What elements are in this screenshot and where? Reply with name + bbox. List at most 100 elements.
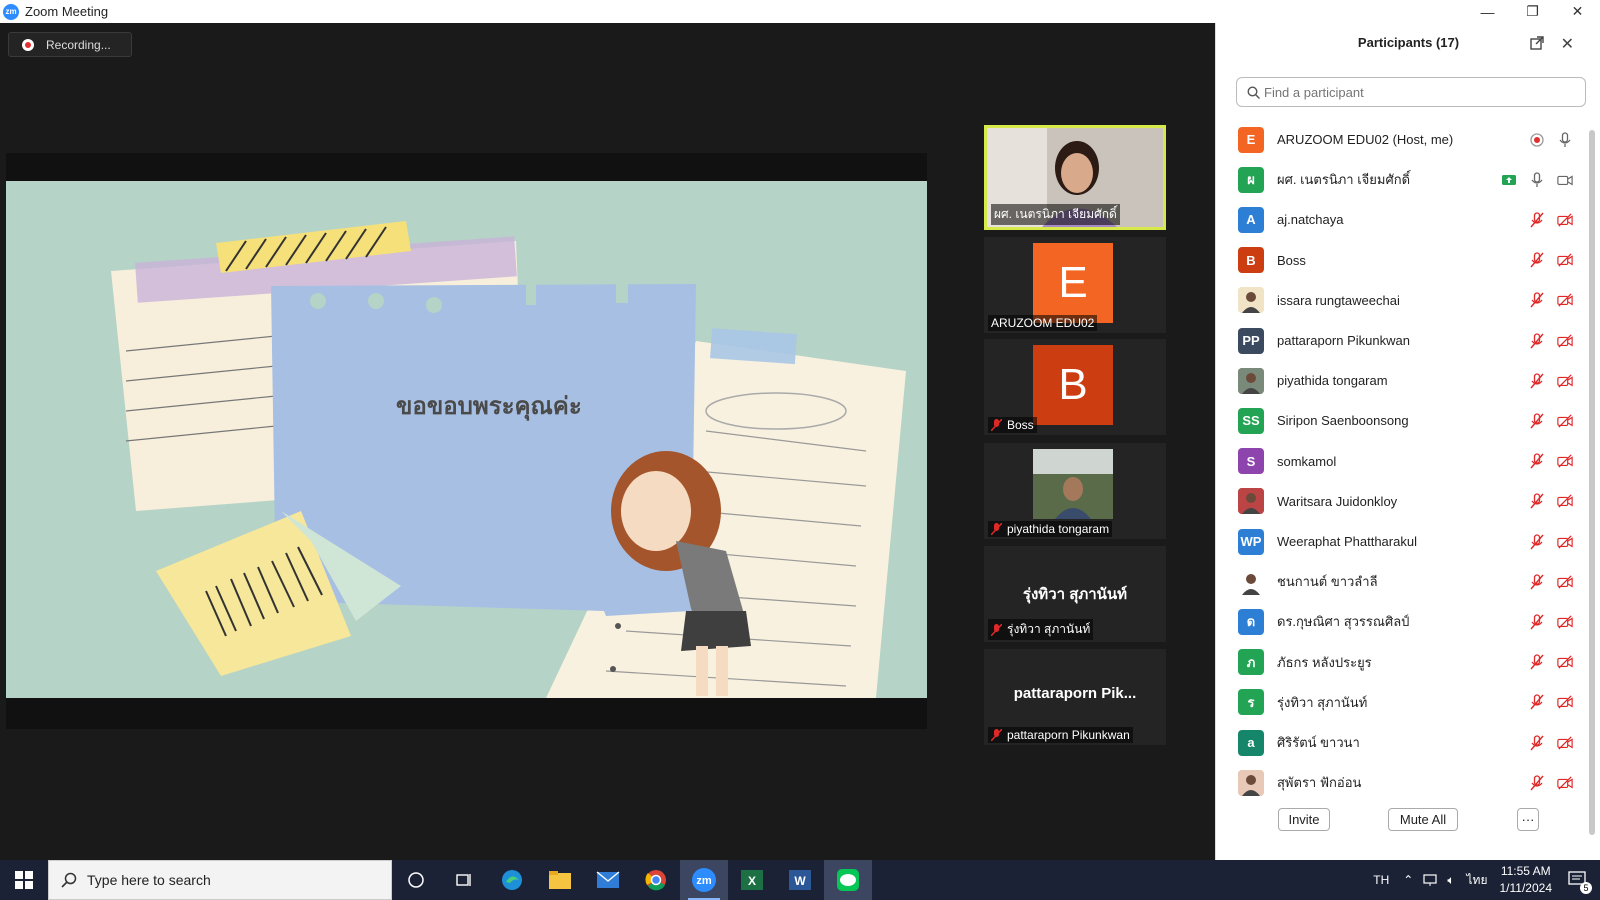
participant-row[interactable]: issara rungtaweechai — [1216, 280, 1600, 321]
pop-out-icon[interactable] — [1530, 36, 1544, 50]
participant-list-scrollbar[interactable] — [1589, 130, 1595, 835]
video-tile-rungtiwa[interactable]: รุ่งทิวา สุภานันท์ รุ่งทิวา สุภานันท์ — [984, 546, 1166, 642]
participant-row[interactable]: PP pattaraporn Pikunkwan — [1216, 320, 1600, 361]
taskbar-word[interactable]: W — [776, 860, 824, 900]
participant-status-icons — [1529, 212, 1573, 228]
participant-status-icons — [1529, 131, 1573, 148]
camera-off-icon[interactable] — [1557, 212, 1573, 228]
video-tile-piyathida[interactable]: piyathida tongaram — [984, 443, 1166, 539]
close-window-button[interactable]: ✕ — [1555, 0, 1600, 23]
taskbar-clock[interactable]: 11:55 AM 1/11/2024 — [1500, 863, 1553, 897]
camera-off-icon[interactable] — [1557, 775, 1573, 791]
camera-off-icon[interactable] — [1557, 534, 1573, 550]
video-tile-pattaraporn[interactable]: pattaraporn Pik... pattaraporn Pikunkwan — [984, 649, 1166, 745]
recording-indicator[interactable]: Recording... — [8, 32, 132, 57]
mic-muted-icon — [991, 419, 1002, 431]
camera-off-icon[interactable] — [1557, 574, 1573, 590]
participant-row[interactable]: E ARUZOOM EDU02 (Host, me) — [1216, 119, 1600, 160]
mic-muted-icon[interactable] — [1529, 453, 1545, 469]
mic-on-icon[interactable] — [1557, 131, 1573, 148]
close-panel-icon[interactable]: ✕ — [1561, 34, 1574, 54]
participant-row[interactable]: Waritsara Juidonkloy — [1216, 481, 1600, 522]
participant-row[interactable]: Aaj.natchaya — [1216, 199, 1600, 240]
participant-row[interactable]: B Boss — [1216, 240, 1600, 281]
participant-row[interactable]: ด ดร.กุษณิศา สุวรรณศิลป์ — [1216, 601, 1600, 642]
task-view-button[interactable] — [440, 860, 488, 900]
taskbar-zoom[interactable]: zm — [680, 860, 728, 900]
show-hidden-icons-icon[interactable]: ⌃ — [1403, 873, 1413, 887]
taskbar-excel[interactable]: X — [728, 860, 776, 900]
participant-row[interactable]: WP Weeraphat Phattharakul — [1216, 521, 1600, 562]
minimize-button[interactable]: — — [1465, 0, 1510, 23]
taskbar-file-explorer[interactable] — [536, 860, 584, 900]
notification-center-button[interactable]: 5 — [1568, 870, 1592, 894]
participant-row[interactable]: piyathida tongaram — [1216, 360, 1600, 401]
mic-on-icon[interactable] — [1529, 172, 1545, 188]
svg-text:X: X — [748, 874, 756, 888]
mic-muted-icon[interactable] — [1529, 332, 1545, 349]
camera-off-icon[interactable] — [1557, 373, 1573, 389]
svg-text:W: W — [794, 874, 806, 888]
video-tile-boss[interactable]: B Boss — [984, 339, 1166, 435]
camera-off-icon[interactable] — [1557, 333, 1573, 349]
participant-row[interactable]: a ศิริรัตน์ ขาวนา — [1216, 722, 1600, 763]
mute-all-button[interactable]: Mute All — [1388, 808, 1458, 831]
participant-name: aj.natchaya — [1277, 212, 1344, 228]
mic-muted-icon[interactable] — [1529, 654, 1545, 670]
video-tile-aruzoom[interactable]: E ARUZOOM EDU02 — [984, 237, 1166, 333]
participant-row[interactable]: Ssomkamol — [1216, 441, 1600, 482]
mic-muted-icon[interactable] — [1529, 614, 1545, 630]
mic-muted-icon[interactable] — [1529, 694, 1545, 710]
camera-off-icon[interactable] — [1557, 735, 1573, 751]
search-input[interactable] — [1264, 84, 1564, 100]
camera-off-icon[interactable] — [1557, 453, 1573, 469]
cortana-button[interactable] — [392, 860, 440, 900]
participant-row[interactable]: ผ ผศ. เนตรนิภา เจียมศักดิ์ — [1216, 159, 1600, 200]
camera-off-icon[interactable] — [1557, 493, 1573, 509]
record-icon — [22, 38, 34, 51]
taskbar-search[interactable]: Type here to search — [48, 860, 392, 900]
title-bar: zm Zoom Meeting — ❐ ✕ — [0, 0, 1600, 23]
invite-button[interactable]: Invite — [1278, 808, 1330, 831]
participant-status-icons — [1501, 172, 1573, 188]
mic-muted-icon[interactable] — [1529, 734, 1545, 751]
mic-muted-icon[interactable] — [1529, 413, 1545, 429]
ime-indicator[interactable]: ไทย — [1467, 871, 1488, 890]
participant-row[interactable]: ภ ภัธกร หลังประยูร — [1216, 642, 1600, 683]
mic-muted-icon[interactable] — [1529, 292, 1545, 308]
participant-row[interactable]: สุพัตรา ฟักอ่อน — [1216, 762, 1600, 803]
maximize-button[interactable]: ❐ — [1510, 0, 1555, 23]
mic-muted-icon[interactable] — [1529, 212, 1545, 228]
video-tile-speaker[interactable]: ผศ. เนตรนิภา เจียมศักดิ์ — [984, 125, 1166, 230]
camera-off-icon[interactable] — [1557, 292, 1573, 308]
mic-muted-icon[interactable] — [1529, 533, 1545, 550]
camera-off-icon[interactable] — [1557, 413, 1573, 429]
participant-search-box[interactable] — [1236, 77, 1586, 107]
participant-row[interactable]: ชนกานต์ ขาวลำลี — [1216, 561, 1600, 602]
participant-status-icons — [1529, 734, 1573, 751]
video-name-tag: ARUZOOM EDU02 — [988, 315, 1098, 331]
volume-icon[interactable]: 🔈︎ — [1447, 873, 1454, 888]
taskbar-chrome[interactable] — [632, 860, 680, 900]
taskbar-edge[interactable] — [488, 860, 536, 900]
participant-row[interactable]: SS Siripon Saenboonsong — [1216, 400, 1600, 441]
camera-off-icon[interactable] — [1557, 654, 1573, 670]
input-language[interactable]: TH — [1373, 873, 1389, 887]
participant-row[interactable]: ร รุ่งทิวา สุภานันท์ — [1216, 682, 1600, 723]
camera-off-icon[interactable] — [1557, 252, 1573, 268]
avatar-letter-box: B — [1033, 345, 1113, 425]
camera-on-icon[interactable] — [1557, 172, 1573, 188]
mic-muted-icon[interactable] — [1529, 493, 1545, 509]
network-icon[interactable] — [1423, 873, 1439, 887]
taskbar-mail[interactable] — [584, 860, 632, 900]
more-options-button[interactable]: ··· — [1517, 808, 1539, 831]
mic-muted-icon[interactable] — [1529, 574, 1545, 590]
mic-muted-icon[interactable] — [1529, 775, 1545, 791]
mic-muted-icon[interactable] — [1529, 252, 1545, 268]
mic-muted-icon[interactable] — [1529, 373, 1545, 389]
taskbar-line[interactable] — [824, 860, 872, 900]
camera-off-icon[interactable] — [1557, 614, 1573, 630]
camera-off-icon[interactable] — [1557, 694, 1573, 710]
start-button[interactable] — [0, 860, 48, 900]
slide-illustration — [111, 221, 906, 698]
